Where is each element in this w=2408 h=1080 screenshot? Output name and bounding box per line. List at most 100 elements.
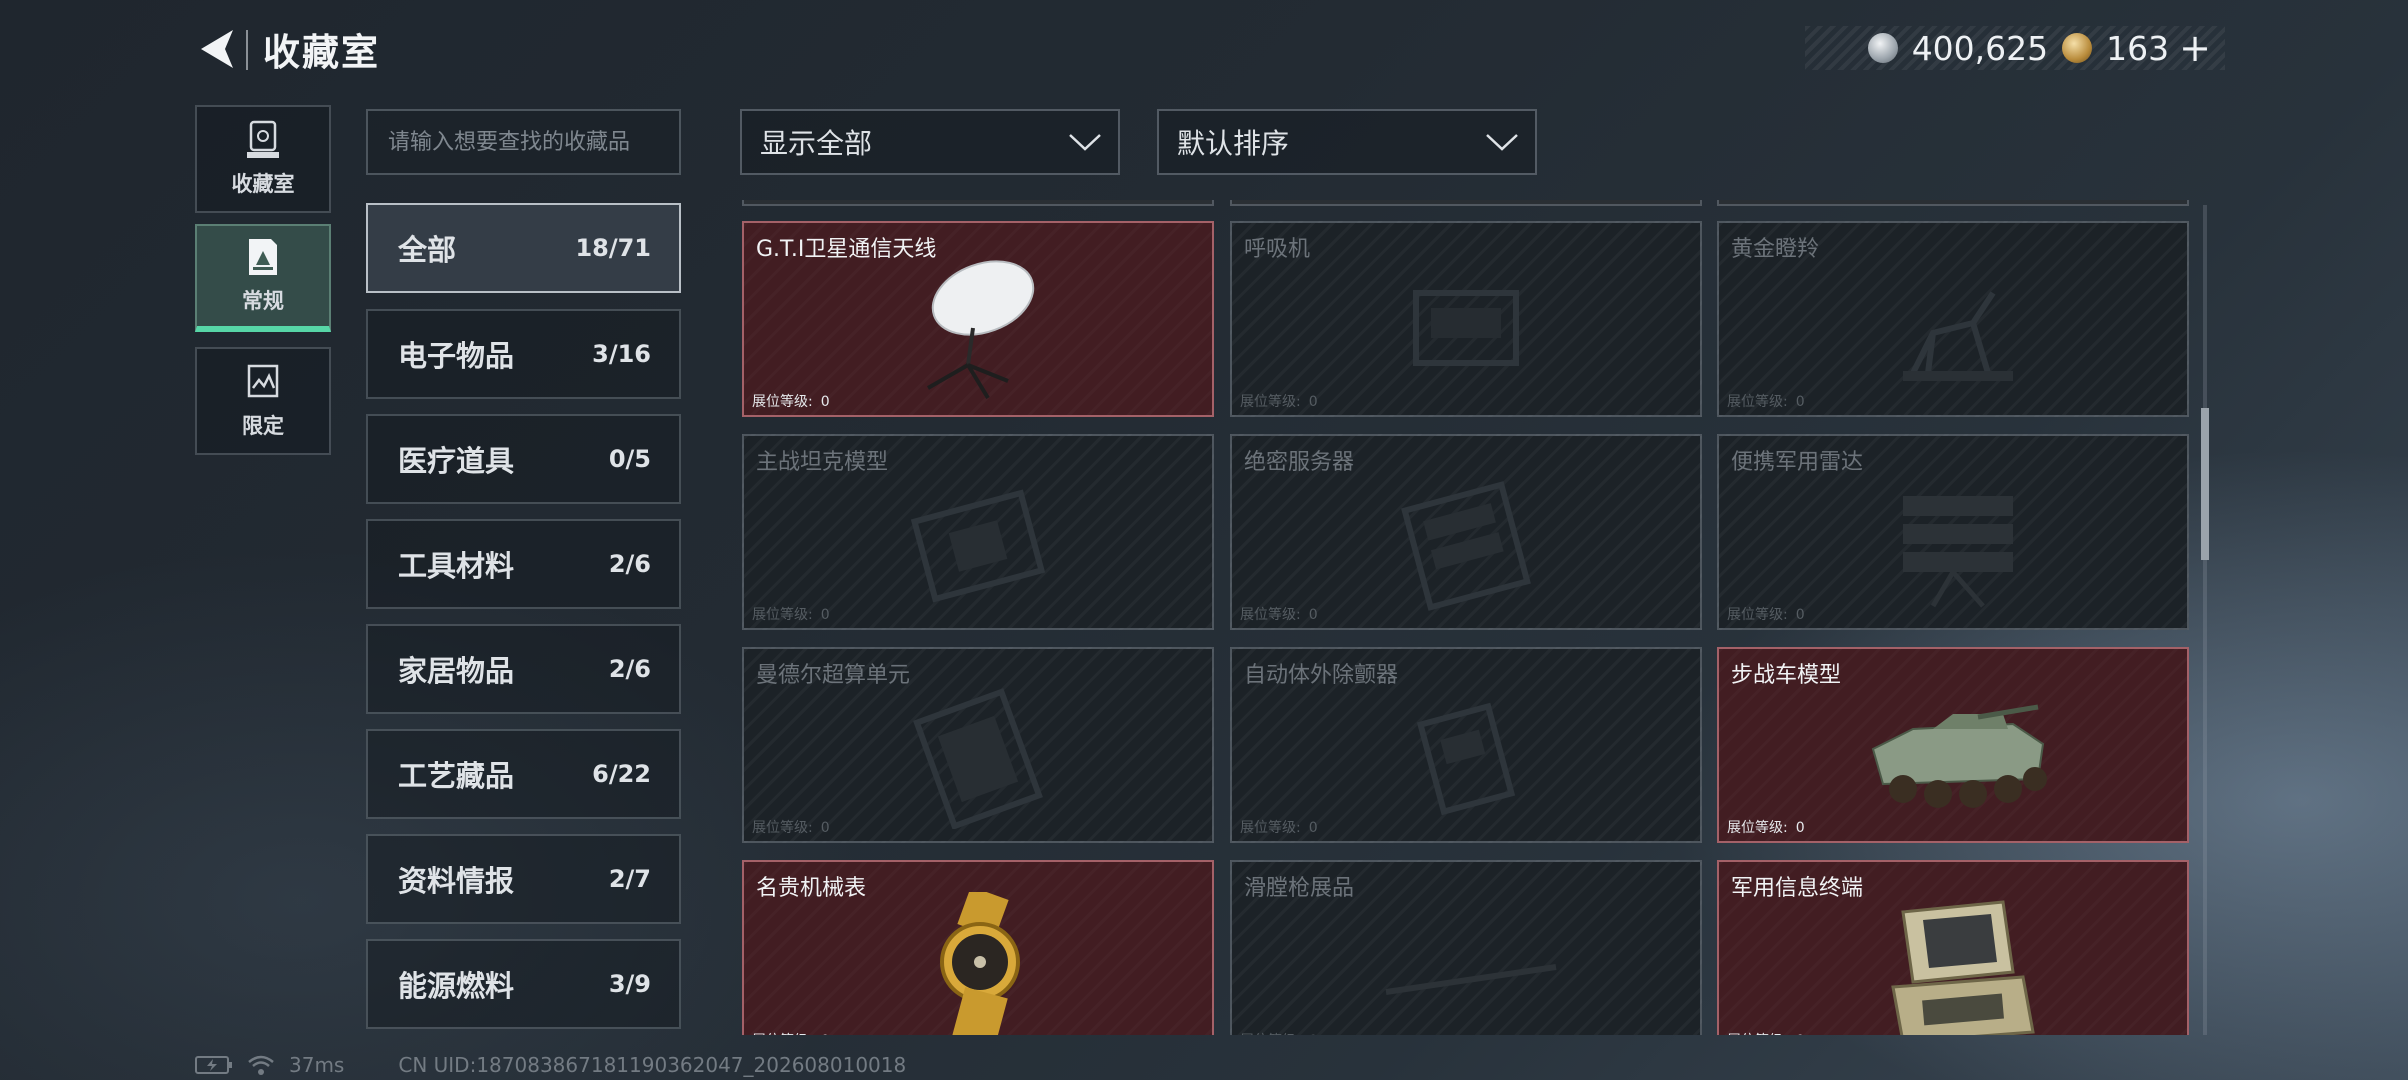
- add-currency-button[interactable]: +: [2179, 29, 2211, 67]
- nav-item-collection-room[interactable]: 收藏室: [195, 105, 331, 213]
- limited-card-icon: [247, 364, 279, 398]
- collection-card[interactable]: 滑膛枪展品 展位等级:0: [1230, 860, 1702, 1035]
- item-name: 步战车模型: [1731, 663, 1842, 688]
- collection-card[interactable]: 曼德尔超算单元 展位等级: 0: [742, 647, 1214, 843]
- booth-level: 展位等级:0: [752, 1030, 830, 1035]
- category-name: 全部: [398, 233, 457, 267]
- gold-coin-icon: [2062, 33, 2093, 63]
- display-filter-dropdown[interactable]: 显示全部: [740, 109, 1120, 175]
- category-count: 0/5: [608, 445, 651, 473]
- item-name: 呼吸机: [1244, 237, 1311, 262]
- currency-bar: 400,625 163 +: [1805, 26, 2225, 70]
- silver-coin-icon: [1867, 33, 1898, 63]
- ventilator-icon: [1413, 290, 1519, 366]
- category-count: 2/6: [608, 655, 651, 683]
- booth-level: 展位等级:0: [1727, 1030, 1805, 1035]
- category-electronics[interactable]: 电子物品 3/16: [366, 309, 681, 399]
- category-intel[interactable]: 资料情报 2/7: [366, 834, 681, 924]
- back-arrow-icon: [201, 30, 233, 68]
- category-tools[interactable]: 工具材料 2/6: [366, 519, 681, 609]
- category-count: 3/16: [592, 340, 651, 368]
- partial-card: [742, 200, 1214, 206]
- category-all[interactable]: 全部 18/71: [366, 203, 681, 293]
- category-name: 家居物品: [398, 654, 515, 688]
- tank-model-icon: [910, 489, 1046, 603]
- satellite-dish-icon: [927, 260, 1035, 400]
- collection-card[interactable]: 军用信息终端 展位等级:0: [1717, 860, 2189, 1035]
- chevron-down-icon: [1069, 134, 1101, 151]
- booth-level: 展位等级:0: [1240, 394, 1318, 410]
- battery-icon: [195, 1056, 232, 1074]
- category-name: 医疗道具: [398, 444, 515, 478]
- sort-dropdown[interactable]: 默认排序: [1157, 109, 1537, 175]
- nav-item-limited[interactable]: 限定: [195, 347, 331, 455]
- chevron-down-icon: [1486, 134, 1518, 151]
- item-name: 黄金瞪羚: [1731, 237, 1820, 262]
- nav-item-standard[interactable]: 常规: [195, 224, 331, 332]
- partial-card: [1230, 200, 1702, 206]
- dropdown-value: 显示全部: [760, 127, 873, 160]
- booth-level: 展位等级:0: [1727, 394, 1805, 410]
- booth-level: 展位等级:0: [1240, 607, 1318, 623]
- collection-card[interactable]: G.T.I卫星通信天线 展位等级: 0: [742, 221, 1214, 417]
- partial-card: [1717, 200, 2189, 206]
- booth-level: 展位等级:0: [752, 394, 830, 410]
- radar-icon: [1903, 496, 2013, 608]
- user-uid: CN UID:187083867181190362047_20260801001…: [398, 1053, 907, 1077]
- booth-level: 展位等级:0: [1727, 607, 1805, 623]
- ping-value: 37ms: [289, 1053, 345, 1077]
- collection-card[interactable]: 名贵机械表 展位等级:0: [742, 860, 1214, 1035]
- category-crafts[interactable]: 工艺藏品 6/22: [366, 729, 681, 819]
- nav-label: 收藏室: [231, 172, 295, 196]
- collection-grid: G.T.I卫星通信天线 展位等级: 0 呼吸机 展位等级: 0 黄金瞪羚 展位等级:…: [740, 200, 2190, 1035]
- category-count: 6/22: [592, 760, 651, 788]
- standard-card-icon: [249, 239, 277, 275]
- booth-level: 展位等级:0: [752, 607, 830, 623]
- display-case-icon: [247, 120, 279, 158]
- wifi-icon: [248, 1055, 274, 1075]
- back-button[interactable]: [195, 26, 239, 72]
- category-count: 3/9: [608, 970, 651, 998]
- category-fuel[interactable]: 能源燃料 3/9: [366, 939, 681, 1029]
- title-divider: [246, 30, 248, 70]
- defibrillator-icon: [1416, 702, 1516, 816]
- page-title: 收藏室: [263, 31, 380, 74]
- collection-card[interactable]: 自动体外除颤器 展位等级: 0: [1230, 647, 1702, 843]
- gold-currency-value: 163: [2106, 28, 2170, 68]
- collection-card[interactable]: 绝密服务器 展位等级: 0: [1230, 434, 1702, 630]
- collection-search-input[interactable]: [366, 109, 681, 175]
- category-name: 工具材料: [398, 549, 515, 583]
- musket-icon: [1385, 964, 1557, 995]
- supercomputer-icon: [913, 688, 1043, 829]
- category-name: 资料情报: [398, 864, 515, 898]
- item-name: 滑膛枪展品: [1244, 876, 1355, 901]
- category-medical[interactable]: 医疗道具 0/5: [366, 414, 681, 504]
- collection-card[interactable]: 主战坦克模型 展位等级: 0: [742, 434, 1214, 630]
- collection-card[interactable]: 呼吸机 展位等级: 0: [1230, 221, 1702, 417]
- item-name: 名贵机械表: [756, 876, 867, 901]
- item-name: 绝密服务器: [1244, 450, 1355, 475]
- category-name: 工艺藏品: [398, 759, 515, 793]
- military-terminal-icon: [1891, 900, 2035, 1035]
- collection-card[interactable]: 黄金瞪羚 展位等级: 0: [1717, 221, 2189, 417]
- category-name: 能源燃料: [398, 969, 515, 1003]
- category-count: 18/71: [575, 234, 651, 262]
- server-icon: [1401, 481, 1531, 611]
- luxury-watch-icon: [940, 892, 1020, 1035]
- grid-scrollbar-track[interactable]: [2203, 205, 2207, 1035]
- grid-scrollbar-thumb[interactable]: [2201, 408, 2209, 560]
- booth-level: 展位等级:0: [1727, 820, 1805, 836]
- golden-gazelle-icon: [1903, 291, 2013, 381]
- category-household[interactable]: 家居物品 2/6: [366, 624, 681, 714]
- nav-label: 限定: [242, 414, 284, 438]
- ifv-model-icon: [1871, 704, 2047, 808]
- collection-card[interactable]: 步战车模型 展位等级: 0: [1717, 647, 2189, 843]
- category-count: 2/7: [608, 865, 651, 893]
- category-count: 2/6: [608, 550, 651, 578]
- category-name: 电子物品: [398, 339, 515, 373]
- silver-currency-value: 400,625: [1911, 28, 2049, 68]
- booth-level: 展位等级:0: [1240, 820, 1318, 836]
- nav-label: 常规: [242, 289, 284, 313]
- booth-level: 展位等级:0: [752, 820, 830, 836]
- collection-card[interactable]: 便携军用雷达 展位等级: 0: [1717, 434, 2189, 630]
